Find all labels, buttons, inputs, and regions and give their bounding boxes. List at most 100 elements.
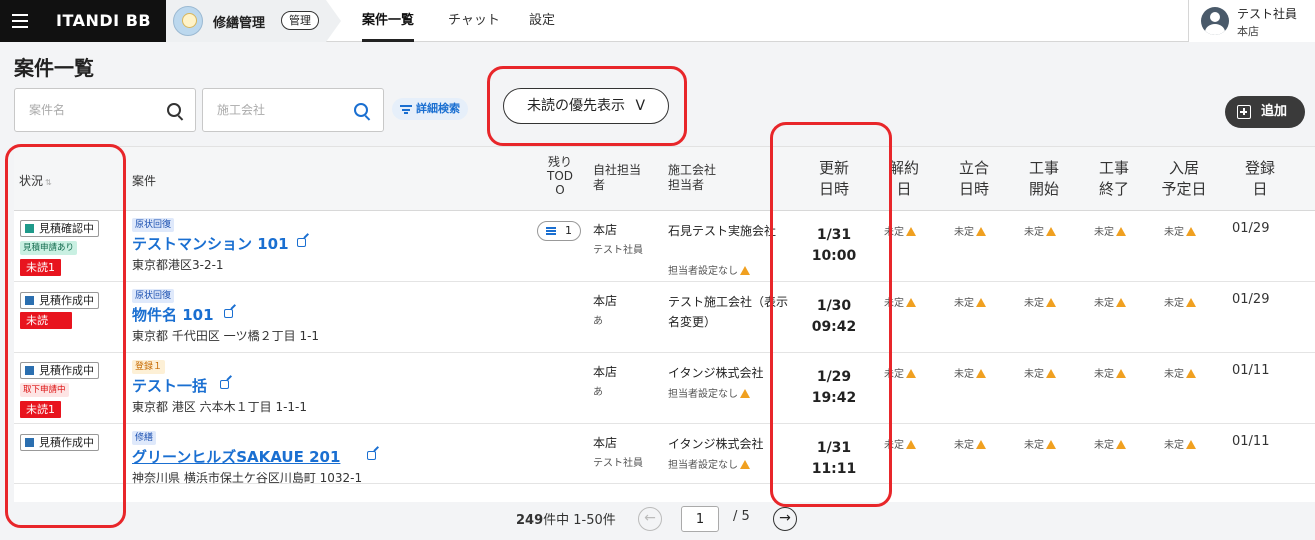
request-badge: 見積申請あり <box>20 241 78 255</box>
case-name-link[interactable]: 物件名 101 <box>132 304 233 325</box>
column-header-updated[interactable]: 更新 日時 <box>799 158 869 200</box>
warning-icon <box>1186 227 1196 236</box>
unread-priority-label: 未読の優先表示 <box>526 98 625 114</box>
unread-priority-dropdown[interactable]: 未読の優先表示 V <box>503 88 669 124</box>
category-tag: 登録１ <box>132 360 166 374</box>
work-start-date: 未定 <box>1024 365 1056 380</box>
column-header-contractor: 施工会社 担当者 <box>668 163 717 192</box>
warning-icon <box>1186 369 1196 378</box>
app-role-badge: 管理 <box>281 11 319 30</box>
warning-icon <box>906 298 916 307</box>
prev-page-arrow-icon[interactable]: ← <box>638 507 662 531</box>
column-header-registered[interactable]: 登録日 <box>1225 158 1295 200</box>
user-store: 本店 <box>1237 25 1259 38</box>
own-staff-store: 本店 <box>593 294 618 308</box>
warning-icon <box>1116 298 1126 307</box>
own-staff-store: 本店 <box>593 365 618 379</box>
unread-badge: 未読1 <box>20 401 61 418</box>
nav-tab-settings[interactable]: 設定 <box>529 0 555 42</box>
column-header-own-staff: 自社担当者 <box>593 163 642 192</box>
search-icon[interactable] <box>354 103 368 117</box>
brand-logo[interactable]: ITANDI BB <box>40 0 166 42</box>
updated-datetime: 1/29 19:42 <box>811 369 857 406</box>
warning-icon <box>1116 440 1126 449</box>
external-link-icon <box>224 309 233 318</box>
unread-badge: 未読1 <box>20 259 61 276</box>
table-row[interactable]: 見積確認中 見積申請あり 未読1 原状回復 テストマンション 101 東京都港区… <box>14 211 1315 282</box>
advanced-search-label: 詳細検索 <box>416 102 460 115</box>
page-title: 案件一覧 <box>14 56 94 80</box>
inspection-date: 未定 <box>954 365 986 380</box>
filter-icon <box>400 105 412 114</box>
contractor-name: イタンジ株式会社 <box>668 366 764 380</box>
contractor-search-box <box>202 88 384 132</box>
status-badge: 見積作成中 <box>20 434 99 451</box>
move-in-date: 未定 <box>1164 223 1196 238</box>
column-header-case: 案件 <box>132 174 157 188</box>
case-name-link[interactable]: テスト一括 <box>132 375 229 396</box>
inspection-date: 未定 <box>954 294 986 309</box>
contractor-staff: 担当者設定なし <box>668 385 750 400</box>
status-badge: 見積確認中 <box>20 220 99 237</box>
contractor-name: イタンジ株式会社 <box>668 437 764 451</box>
user-menu[interactable]: テスト社員 本店 <box>1188 0 1315 42</box>
page-number-input[interactable] <box>681 506 719 532</box>
warning-icon <box>1046 227 1056 236</box>
table-row[interactable]: 見積作成中 未読 原状回復 物件名 101 東京都 千代田区 一ツ橋２丁目 1-… <box>14 282 1315 353</box>
warning-icon <box>1046 369 1056 378</box>
sort-icon[interactable]: ⇅ <box>45 178 52 187</box>
case-name-link[interactable]: グリーンヒルズSAKAUE 201 <box>132 446 376 467</box>
case-name-link[interactable]: テストマンション 101 <box>132 233 306 254</box>
advanced-search-button[interactable]: 詳細検索 <box>392 98 468 120</box>
status-badge: 見積作成中 <box>20 292 99 309</box>
own-staff-person: あ <box>593 316 603 327</box>
own-staff-person: あ <box>593 387 603 398</box>
warning-icon <box>1046 440 1056 449</box>
todo-count-badge[interactable]: 1 <box>537 221 581 241</box>
warning-icon <box>1046 298 1056 307</box>
external-link-icon <box>367 451 376 460</box>
contractor-staff: 担当者設定なし <box>668 262 750 277</box>
pagination-summary: 249件中 1-50件 <box>516 513 616 528</box>
registered-date: 01/11 <box>1232 434 1270 449</box>
registered-date: 01/29 <box>1232 221 1270 236</box>
hamburger-menu-icon[interactable] <box>0 0 40 42</box>
app-name: 修繕管理 <box>213 16 266 31</box>
own-staff-person: テスト社員 <box>593 245 643 256</box>
column-header-contract-end[interactable]: 解約日 <box>869 158 939 200</box>
external-link-icon <box>297 238 306 247</box>
table-row[interactable]: 見積作成中 修繕 グリーンヒルズSAKAUE 201 神奈川県 横浜市保土ケ谷区… <box>14 424 1315 485</box>
warning-icon <box>906 440 916 449</box>
plus-box-icon <box>1237 105 1251 119</box>
own-staff-store: 本店 <box>593 223 618 237</box>
status-badge: 見積作成中 <box>20 362 99 379</box>
work-start-date: 未定 <box>1024 223 1056 238</box>
warning-icon <box>740 266 750 275</box>
next-page-arrow-icon[interactable]: → <box>773 507 797 531</box>
column-header-move-in[interactable]: 入居 予定日 <box>1149 158 1219 200</box>
chevron-down-icon: V <box>635 98 646 114</box>
column-header-status[interactable]: 状況 ⇅ <box>19 172 52 189</box>
case-address: 東京都 港区 六本木１丁目 1-1-1 <box>132 400 308 414</box>
case-address: 東京都港区3-2-1 <box>132 258 224 272</box>
case-table: 状況 ⇅ 案件 残り TOD O 自社担当者 施工会社 担当者 更新 日時 解約日 立合日… <box>14 146 1315 502</box>
contract-end-date: 未定 <box>884 223 916 238</box>
table-row[interactable]: 見積作成中 取下申請中 未読1 登録１ テスト一括 東京都 港区 六本木１丁目 … <box>14 353 1315 424</box>
external-link-icon <box>220 380 229 389</box>
column-header-work-start[interactable]: 工事 開始 <box>1009 158 1079 200</box>
search-icon[interactable] <box>167 103 181 117</box>
warning-icon <box>1186 440 1196 449</box>
warning-icon <box>976 440 986 449</box>
updated-datetime: 1/31 11:11 <box>811 440 857 477</box>
case-search-box <box>14 88 196 132</box>
warning-icon <box>976 227 986 236</box>
nav-tab-case-list[interactable]: 案件一覧 <box>362 0 415 42</box>
column-header-inspection[interactable]: 立合 日時 <box>939 158 1009 200</box>
column-header-work-end[interactable]: 工事 終了 <box>1079 158 1149 200</box>
work-end-date: 未定 <box>1094 294 1126 309</box>
contract-end-date: 未定 <box>884 436 916 451</box>
warning-icon <box>976 369 986 378</box>
nav-tab-chat[interactable]: チャット <box>448 0 500 42</box>
work-end-date: 未定 <box>1094 223 1126 238</box>
add-case-button[interactable]: 追加 <box>1225 96 1305 128</box>
